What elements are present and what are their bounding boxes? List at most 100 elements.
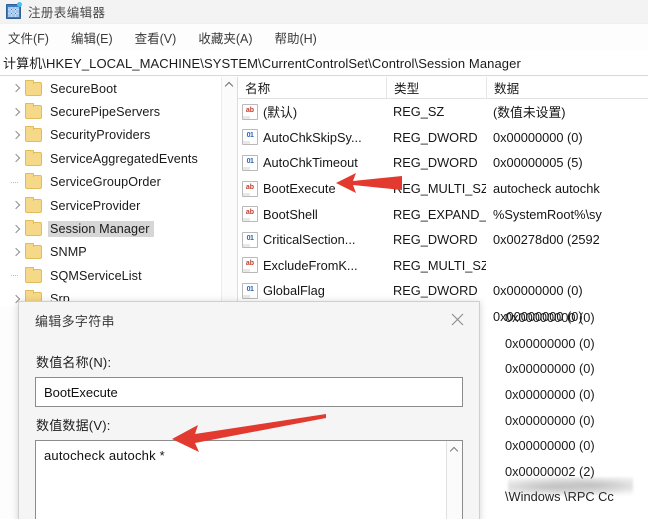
value-data-cell: 0x00000000 (0) bbox=[493, 129, 583, 145]
value-data-cell: 0x00000005 (5) bbox=[493, 155, 583, 171]
tree-item-label: SQMServiceList bbox=[50, 268, 142, 283]
menu-bar: 文件(F) 编辑(E) 查看(V) 收藏夹(A) 帮助(H) bbox=[0, 24, 648, 50]
scroll-up-icon[interactable] bbox=[222, 77, 237, 92]
tree-item-serviceaggregatedevents[interactable]: ServiceAggregatedEvents bbox=[0, 147, 220, 170]
tree-item-label: ServiceGroupOrder bbox=[50, 175, 161, 190]
table-row[interactable]: ab (默认) REG_SZ (数值未设置) bbox=[238, 99, 648, 125]
chevron-right-icon[interactable] bbox=[10, 82, 23, 95]
dialog-title: 编辑多字符串 bbox=[35, 313, 115, 329]
dword-value-icon: 01 bbox=[242, 282, 258, 299]
value-type-cell: REG_EXPAND_SZ bbox=[393, 206, 486, 222]
window-title: 注册表编辑器 bbox=[28, 6, 106, 20]
edit-multi-string-dialog: 编辑多字符串 数值名称(N): BootExecute 数值数据(V): aut… bbox=[18, 301, 480, 519]
menu-item-favorites[interactable]: 收藏夹(A) bbox=[198, 28, 252, 47]
value-name-input[interactable]: BootExecute bbox=[35, 377, 463, 407]
menu-item-file[interactable]: 文件(F) bbox=[8, 28, 49, 47]
folder-icon bbox=[25, 79, 42, 96]
tree-item-securityproviders[interactable]: SecurityProviders bbox=[0, 124, 220, 147]
chevron-right-icon[interactable] bbox=[10, 246, 23, 259]
menu-item-help[interactable]: 帮助(H) bbox=[274, 28, 316, 47]
dword-value-icon: 01 bbox=[242, 129, 258, 146]
tree-vertical-scrollbar[interactable] bbox=[221, 77, 237, 307]
dword-value-icon: 01 bbox=[242, 154, 258, 171]
value-data-textarea[interactable]: autocheck autochk * bbox=[35, 440, 463, 519]
registry-values-list: ab (默认) REG_SZ (数值未设置) 01 AutoChkSkipSy... REG… bbox=[238, 99, 648, 329]
value-data-cell: 0x00000000 (0) bbox=[505, 438, 595, 454]
folder-icon bbox=[25, 196, 42, 213]
value-data-cell bbox=[505, 510, 648, 519]
tree-item-snmp[interactable]: SNMP bbox=[0, 241, 220, 264]
value-name-cell: ab (默认) bbox=[238, 102, 386, 121]
tree-item-servicegrouporder[interactable]: ServiceGroupOrder bbox=[0, 171, 220, 194]
value-data-cell: 0x00000000 (0) bbox=[505, 361, 595, 377]
menu-item-edit[interactable]: 编辑(E) bbox=[71, 28, 113, 47]
value-type-cell: REG_MULTI_SZ bbox=[393, 181, 486, 197]
value-name-cell: ab ExcludeFromK... bbox=[238, 257, 386, 274]
chevron-right-icon[interactable] bbox=[10, 106, 23, 119]
value-data-cell: 0x00000000 (0) bbox=[493, 283, 583, 299]
string-value-icon: ab bbox=[242, 180, 258, 197]
value-type-cell: REG_DWORD bbox=[393, 232, 478, 248]
tree-item-label: SecureBoot bbox=[50, 81, 117, 96]
value-data-cell: 0x00000000 (0) bbox=[505, 387, 595, 403]
value-name-text: BootExecute bbox=[263, 181, 336, 197]
value-type-cell: REG_MULTI_SZ bbox=[393, 257, 486, 273]
dialog-title-bar: 编辑多字符串 bbox=[19, 302, 479, 338]
value-name-cell: 01 AutoChkTimeout bbox=[238, 154, 386, 171]
value-name-label: 数值名称(N): bbox=[36, 355, 112, 370]
tree-item-label: ServiceProvider bbox=[50, 198, 141, 213]
address-path: 计算机\HKEY_LOCAL_MACHINE\SYSTEM\CurrentCon… bbox=[3, 56, 521, 71]
value-data-cell: 0x00278d00 (2592 bbox=[493, 232, 600, 248]
registry-tree-pane: SecureBoot SecurePipeServers SecurityProvi… bbox=[0, 77, 238, 307]
folder-icon bbox=[25, 103, 42, 120]
address-bar[interactable]: 计算机\HKEY_LOCAL_MACHINE\SYSTEM\CurrentCon… bbox=[0, 50, 648, 76]
column-header-name[interactable]: 名称 bbox=[238, 77, 386, 98]
value-type-cell: REG_SZ bbox=[393, 104, 445, 120]
value-name-text: AutoChkTimeout bbox=[263, 155, 358, 171]
value-type-cell: REG_DWORD bbox=[393, 155, 478, 171]
tree-item-sqmservicelist[interactable]: SQMServiceList bbox=[0, 264, 220, 287]
folder-icon bbox=[25, 173, 42, 190]
table-row[interactable]: 01 CriticalSection... REG_DWORD 0x00278d00 … bbox=[238, 227, 648, 253]
tree-item-securepipeservers[interactable]: SecurePipeServers bbox=[0, 100, 220, 123]
column-header-type[interactable]: 类型 bbox=[386, 77, 486, 98]
chevron-right-icon[interactable] bbox=[10, 223, 23, 236]
close-icon[interactable] bbox=[435, 302, 479, 336]
value-data-label: 数值数据(V): bbox=[36, 418, 111, 433]
registry-tree: SecureBoot SecurePipeServers SecurityProvi… bbox=[0, 77, 220, 307]
value-name-text: BootShell bbox=[263, 206, 318, 222]
table-row[interactable]: ab BootExecute REG_MULTI_SZ autocheck autoc… bbox=[238, 176, 648, 202]
value-name-cell: ab BootShell bbox=[238, 206, 386, 223]
value-data-cell: %SystemRoot%\sy bbox=[493, 206, 602, 222]
folder-icon bbox=[25, 149, 42, 166]
chevron-right-icon[interactable] bbox=[10, 199, 23, 212]
chevron-right-icon[interactable] bbox=[10, 152, 23, 165]
tree-item-secureboot[interactable]: SecureBoot bbox=[0, 77, 220, 100]
table-row[interactable]: 01 AutoChkTimeout REG_DWORD 0x00000005 (5) bbox=[238, 150, 648, 176]
dialog-body: 数值名称(N): BootExecute 数值数据(V): autocheck … bbox=[19, 338, 479, 519]
tree-item-session-manager[interactable]: Session Manager bbox=[0, 217, 220, 240]
tree-item-label: Session Manager bbox=[48, 221, 154, 238]
table-row[interactable]: 01 GlobalFlag REG_DWORD 0x00000000 (0) bbox=[238, 278, 648, 304]
value-data-cell: (数值未设置) bbox=[493, 105, 566, 121]
value-name-cell: 01 GlobalFlag bbox=[238, 282, 386, 299]
textarea-vertical-scrollbar[interactable] bbox=[446, 441, 462, 519]
menu-item-view[interactable]: 查看(V) bbox=[135, 28, 177, 47]
folder-icon bbox=[25, 243, 42, 260]
redacted-region bbox=[508, 477, 633, 497]
table-row[interactable]: ab BootShell REG_EXPAND_SZ %SystemRoot%\sy bbox=[238, 201, 648, 227]
folder-icon bbox=[25, 266, 42, 283]
chevron-right-icon[interactable] bbox=[10, 129, 23, 142]
value-name-cell: ab BootExecute bbox=[238, 180, 386, 197]
value-data-cell: 0x00000000 (0) bbox=[505, 412, 595, 428]
table-row[interactable]: ab ExcludeFromK... REG_MULTI_SZ bbox=[238, 253, 648, 279]
value-data-cell: 0x00000000 (0) bbox=[505, 310, 595, 326]
tree-connector-icon bbox=[10, 269, 23, 282]
value-name-cell: 01 CriticalSection... bbox=[238, 231, 386, 248]
table-row[interactable]: 01 AutoChkSkipSy... REG_DWORD 0x00000000 (0… bbox=[238, 125, 648, 151]
tree-item-serviceprovider[interactable]: ServiceProvider bbox=[0, 194, 220, 217]
value-type-cell: REG_DWORD bbox=[393, 283, 478, 299]
column-header-data[interactable]: 数据 bbox=[486, 77, 646, 98]
tree-item-label: SNMP bbox=[50, 245, 87, 260]
value-name-text: CriticalSection... bbox=[263, 232, 356, 248]
